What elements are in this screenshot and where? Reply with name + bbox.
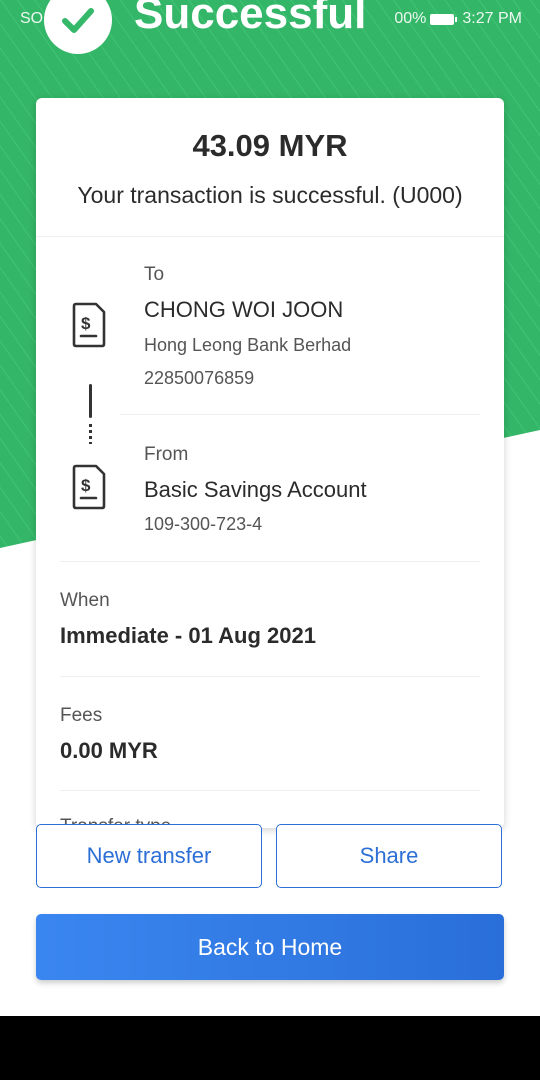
- divider: [36, 236, 504, 237]
- source-account-number: 109-300-723-4: [144, 514, 263, 534]
- battery-percent: 00%: [394, 10, 427, 27]
- from-label: From: [144, 444, 189, 465]
- receipt-card[interactable]: 43.09 MYR Your transaction is successful…: [36, 98, 504, 828]
- when-value: Immediate - 01 Aug 2021: [60, 623, 316, 648]
- divider: [120, 414, 480, 415]
- svg-text:$: $: [81, 476, 91, 495]
- transaction-message: Your transaction is successful. (U000): [77, 182, 463, 208]
- fees-label: Fees: [60, 705, 103, 726]
- recipient-name: CHONG WOI JOON: [144, 297, 344, 322]
- divider: [60, 790, 480, 791]
- back-to-home-button[interactable]: Back to Home: [36, 914, 504, 980]
- clock: 3:27 PM: [462, 10, 522, 27]
- divider: [60, 676, 480, 677]
- timeline-dots: [89, 424, 92, 444]
- page-title: Successful: [134, 0, 367, 38]
- receipt-document-icon: $: [72, 464, 106, 510]
- to-label: To: [144, 264, 165, 285]
- battery-icon: [430, 13, 458, 25]
- timeline-connector: [89, 384, 92, 418]
- status-right: 00% 3:27 PM: [394, 10, 522, 28]
- receipt-document-icon: $: [72, 302, 106, 348]
- share-button[interactable]: Share: [276, 824, 502, 888]
- svg-text:$: $: [81, 314, 91, 333]
- when-label: When: [60, 590, 110, 611]
- carrier-text: SO: [20, 10, 44, 27]
- fees-value: 0.00 MYR: [60, 738, 158, 763]
- transaction-amount: 43.09 MYR: [192, 128, 348, 163]
- recipient-bank: Hong Leong Bank Berhad: [144, 335, 352, 355]
- source-account-name: Basic Savings Account: [144, 477, 367, 502]
- recipient-account: 22850076859: [144, 368, 255, 388]
- divider: [60, 561, 480, 562]
- new-transfer-button[interactable]: New transfer: [36, 824, 262, 888]
- system-navigation-bar: [0, 1016, 540, 1080]
